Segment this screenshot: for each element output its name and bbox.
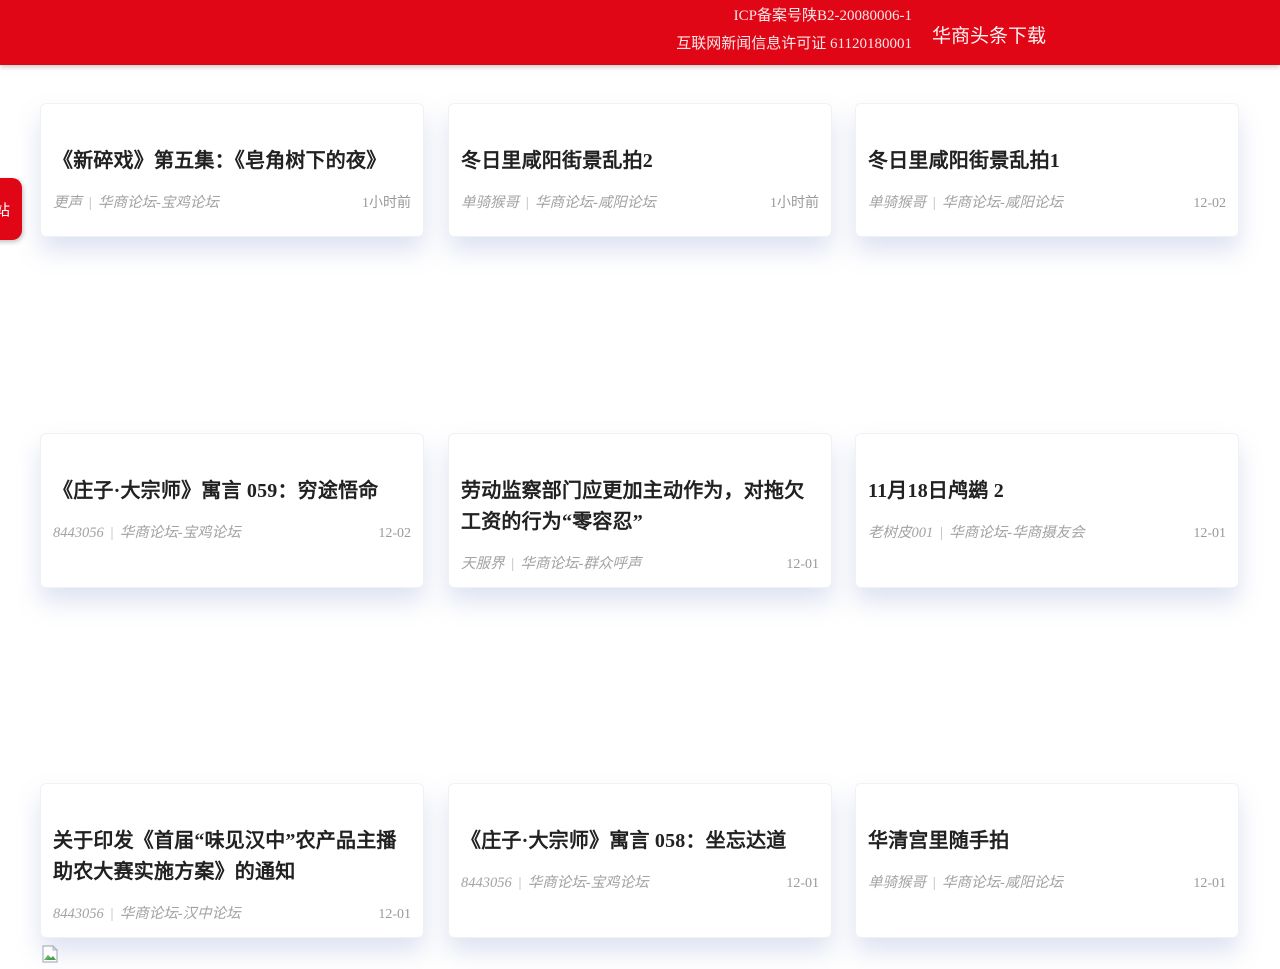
article-forum: 华商论坛-汉中论坛 (120, 906, 241, 922)
article-meta: 天服界 | 华商论坛-群众呼声 12-01 (461, 552, 819, 573)
article-card[interactable]: 《庄子·大宗师》寓言 058：坐忘达道 8443056 | 华商论坛-宝鸡论坛 12… (448, 783, 832, 938)
article-time: 12-01 (786, 557, 819, 573)
article-source: 老树皮001 | 华商论坛-华商摄友会 (868, 521, 1085, 542)
news-license-line: 互联网新闻信息许可证 61120180001 (676, 32, 912, 53)
article-time: 1小时前 (770, 192, 819, 212)
article-source: 8443056 | 华商论坛-宝鸡论坛 (461, 871, 649, 892)
article-author: 单骑猴哥 (868, 875, 926, 891)
article-time: 12-01 (1193, 876, 1226, 892)
article-meta: 8443056 | 华商论坛-汉中论坛 12-01 (53, 902, 411, 923)
article-card[interactable]: 冬日里咸阳街景乱拍2 单骑猴哥 | 华商论坛-咸阳论坛 1小时前 (448, 103, 832, 237)
article-author: 8443056 (53, 906, 104, 922)
article-card[interactable]: 《庄子·大宗师》寓言 059：穷途悟命 8443056 | 华商论坛-宝鸡论坛 12… (40, 433, 424, 588)
article-card[interactable]: 11月18日鸬鹚 2 老树皮001 | 华商论坛-华商摄友会 12-01 (855, 433, 1239, 588)
article-forum: 华商论坛-宝鸡论坛 (528, 875, 649, 891)
article-title[interactable]: 华清宫里随手拍 (868, 826, 1226, 857)
article-meta: 更声 | 华商论坛-宝鸡论坛 1小时前 (53, 191, 411, 212)
meta-separator: | (939, 525, 943, 541)
article-forum: 华商论坛-群众呼声 (521, 556, 642, 572)
article-card[interactable]: 华清宫里随手拍 单骑猴哥 | 华商论坛-咸阳论坛 12-01 (855, 783, 1239, 938)
article-author: 单骑猴哥 (868, 195, 926, 211)
top-header-bar: ICP备案号陕B2-20080006-1 互联网新闻信息许可证 61120180… (0, 0, 1280, 65)
article-meta: 老树皮001 | 华商论坛-华商摄友会 12-01 (868, 521, 1226, 542)
article-author: 天服界 (461, 556, 505, 572)
article-forum: 华商论坛-宝鸡论坛 (98, 195, 219, 211)
left-edge-tab[interactable]: 站 (0, 178, 22, 240)
article-time: 12-01 (786, 876, 819, 892)
article-source: 单骑猴哥 | 华商论坛-咸阳论坛 (461, 191, 656, 212)
article-time: 12-02 (378, 526, 411, 542)
article-source: 8443056 | 华商论坛-宝鸡论坛 (53, 521, 241, 542)
article-meta: 单骑猴哥 | 华商论坛-咸阳论坛 12-02 (868, 191, 1226, 212)
article-meta: 8443056 | 华商论坛-宝鸡论坛 12-02 (53, 521, 411, 542)
article-time: 12-01 (1193, 526, 1226, 542)
article-card[interactable]: 劳动监察部门应更加主动作为，对拖欠工资的行为“零容忍” 天服界 | 华商论坛-群众呼… (448, 433, 832, 588)
article-meta: 8443056 | 华商论坛-宝鸡论坛 12-01 (461, 871, 819, 892)
article-card[interactable]: 冬日里咸阳街景乱拍1 单骑猴哥 | 华商论坛-咸阳论坛 12-02 (855, 103, 1239, 237)
article-forum: 华商论坛-华商摄友会 (949, 525, 1084, 541)
meta-separator: | (88, 195, 92, 211)
article-meta: 单骑猴哥 | 华商论坛-咸阳论坛 12-01 (868, 871, 1226, 892)
left-edge-tab-label: 站 (0, 199, 10, 220)
broken-image-icon (40, 944, 60, 964)
article-forum: 华商论坛-咸阳论坛 (942, 195, 1063, 211)
article-forum: 华商论坛-咸阳论坛 (535, 195, 656, 211)
article-time: 1小时前 (362, 192, 411, 212)
meta-separator: | (525, 195, 529, 211)
article-title[interactable]: 《庄子·大宗师》寓言 058：坐忘达道 (461, 826, 819, 857)
meta-separator: | (110, 525, 114, 541)
article-title[interactable]: 《庄子·大宗师》寓言 059：穷途悟命 (53, 476, 411, 507)
article-source: 单骑猴哥 | 华商论坛-咸阳论坛 (868, 871, 1063, 892)
meta-separator: | (932, 875, 936, 891)
article-author: 单骑猴哥 (461, 195, 519, 211)
meta-separator: | (518, 875, 522, 891)
meta-separator: | (932, 195, 936, 211)
article-forum: 华商论坛-宝鸡论坛 (120, 525, 241, 541)
article-source: 天服界 | 华商论坛-群众呼声 (461, 552, 641, 573)
app-download-link[interactable]: 华商头条下载 (932, 21, 1046, 48)
article-title[interactable]: 冬日里咸阳街景乱拍1 (868, 146, 1226, 177)
article-title[interactable]: 劳动监察部门应更加主动作为，对拖欠工资的行为“零容忍” (461, 476, 819, 538)
article-forum: 华商论坛-咸阳论坛 (942, 875, 1063, 891)
article-card[interactable]: 关于印发《首届“味见汉中”农产品主播助农大赛实施方案》的通知 8443056 | 华… (40, 783, 424, 938)
icp-license-line: ICP备案号陕B2-20080006-1 (734, 4, 912, 25)
meta-separator: | (511, 556, 515, 572)
article-author: 更声 (53, 195, 82, 211)
article-author: 8443056 (53, 525, 104, 541)
article-source: 8443056 | 华商论坛-汉中论坛 (53, 902, 241, 923)
article-title[interactable]: 冬日里咸阳街景乱拍2 (461, 146, 819, 177)
article-title[interactable]: 《新碎戏》第五集：《皂角树下的夜》 (53, 146, 411, 177)
meta-separator: | (110, 906, 114, 922)
article-card[interactable]: 《新碎戏》第五集：《皂角树下的夜》 更声 | 华商论坛-宝鸡论坛 1小时前 (40, 103, 424, 237)
article-source: 更声 | 华商论坛-宝鸡论坛 (53, 191, 219, 212)
article-time: 12-01 (378, 907, 411, 923)
article-time: 12-02 (1193, 196, 1226, 212)
article-author: 8443056 (461, 875, 512, 891)
article-meta: 单骑猴哥 | 华商论坛-咸阳论坛 1小时前 (461, 191, 819, 212)
article-author: 老树皮001 (868, 525, 933, 541)
article-title[interactable]: 11月18日鸬鹚 2 (868, 476, 1226, 507)
article-source: 单骑猴哥 | 华商论坛-咸阳论坛 (868, 191, 1063, 212)
article-title[interactable]: 关于印发《首届“味见汉中”农产品主播助农大赛实施方案》的通知 (53, 826, 411, 888)
